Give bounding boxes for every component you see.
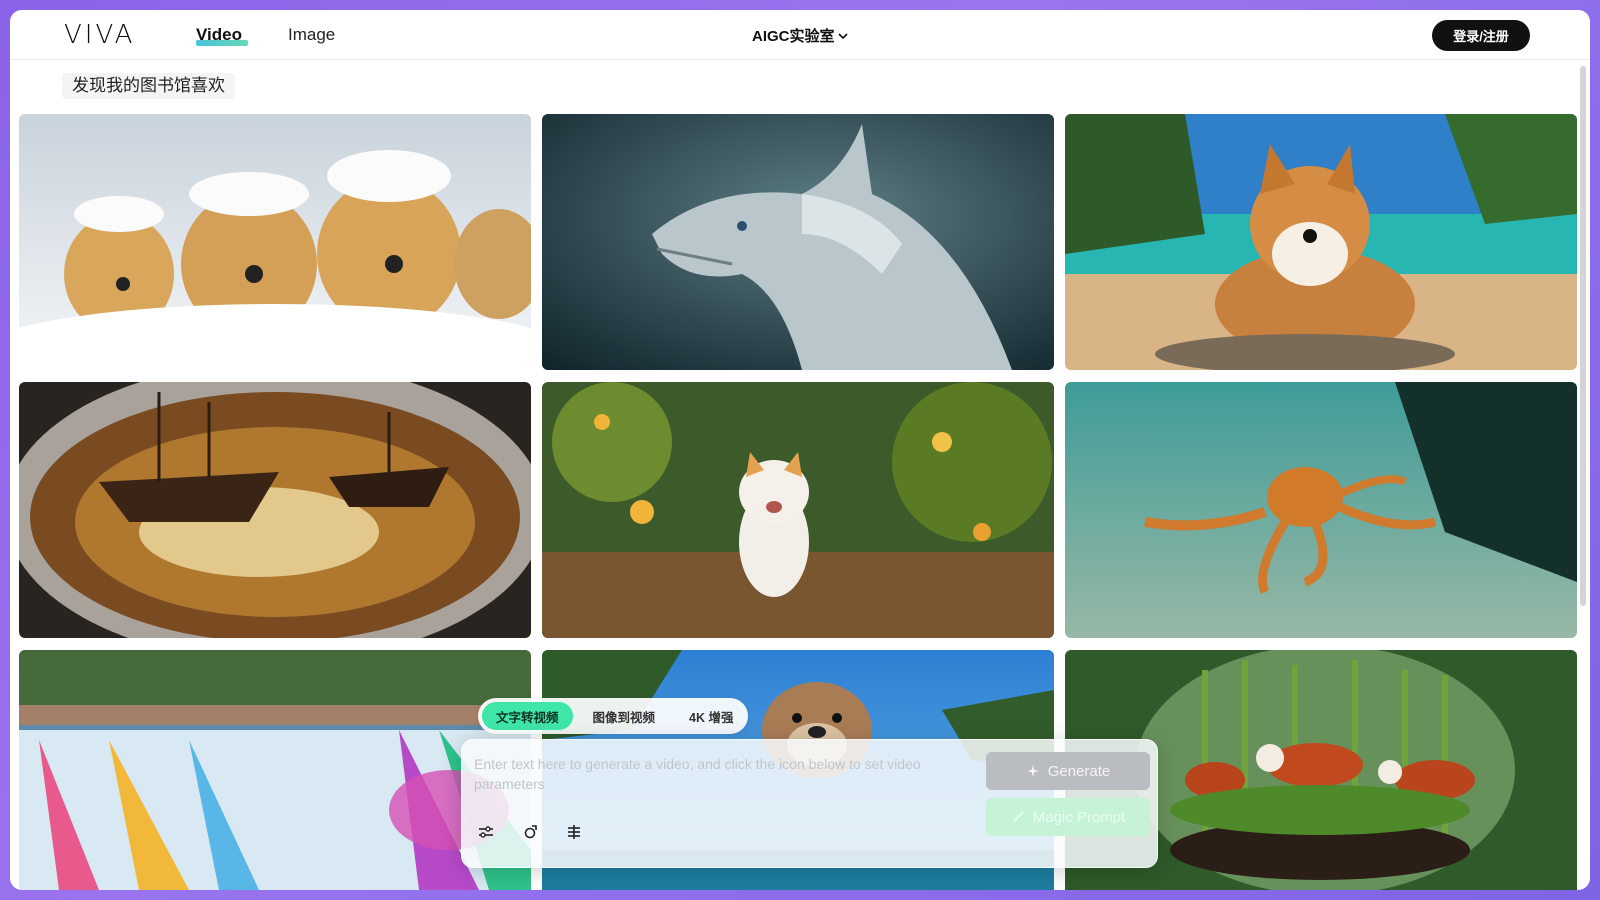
magic-prompt-button[interactable]: Magic Prompt <box>986 798 1150 836</box>
generation-mode-tabs: 文字转视频 图像到视频 4K 增强 <box>478 698 748 734</box>
gallery-item-dragon[interactable] <box>542 114 1054 370</box>
login-register-button[interactable]: 登录/注册 <box>1432 20 1530 51</box>
app-window: VIVA Video Image AIGC实验室 登录/注册 发现我的图书馆喜欢 <box>10 10 1590 890</box>
section-title: 发现我的图书馆喜欢 <box>62 73 235 99</box>
gallery-item-cat[interactable] <box>542 382 1054 638</box>
nav-tab-video-label: Video <box>196 25 242 44</box>
gallery-item-octopus[interactable] <box>1065 382 1577 638</box>
tab-text-to-video[interactable]: 文字转视频 <box>482 702 573 730</box>
octopus-thumbnail <box>1065 382 1577 638</box>
prompt-composer: Generate Magic Prompt <box>461 739 1158 868</box>
gallery-item-coffee-ships[interactable] <box>19 382 531 638</box>
magic-wand-icon <box>1012 811 1024 823</box>
camera-motion-icon[interactable] <box>518 820 542 844</box>
tab-4k-enhance[interactable]: 4K 增强 <box>675 702 747 730</box>
dragon-thumbnail <box>542 114 1054 370</box>
page-scrollbar[interactable] <box>1580 66 1586 606</box>
viva-logo[interactable]: VIVA <box>64 22 135 48</box>
cat-thumbnail <box>542 382 1054 638</box>
magic-prompt-label: Magic Prompt <box>1032 808 1126 826</box>
gallery-item-corgi[interactable] <box>1065 114 1577 370</box>
rainbow-waterfall-thumbnail <box>19 650 531 890</box>
sliders-icon[interactable] <box>474 820 498 844</box>
style-icon[interactable] <box>562 820 586 844</box>
generate-label: Generate <box>1047 762 1111 780</box>
sparkle-icon <box>1026 765 1039 777</box>
tab-image-to-video[interactable]: 图像到视频 <box>579 702 670 730</box>
top-navbar: VIVA Video Image AIGC实验室 登录/注册 <box>10 10 1590 60</box>
generate-button[interactable]: Generate <box>986 752 1150 790</box>
nav-tab-video[interactable]: Video <box>196 25 242 45</box>
puppies-thumbnail <box>19 114 531 370</box>
gallery-item-puppies[interactable] <box>19 114 531 370</box>
aigc-lab-label: AIGC实验室 <box>752 28 835 45</box>
gallery-item-rainbow-waterfall[interactable] <box>19 650 531 890</box>
prompt-input[interactable] <box>474 754 964 804</box>
corgi-thumbnail <box>1065 114 1577 370</box>
chevron-down-icon <box>837 32 848 39</box>
aigc-lab-dropdown[interactable]: AIGC实验室 <box>752 25 848 46</box>
coffee-ships-thumbnail <box>19 382 531 638</box>
nav-tab-image[interactable]: Image <box>288 25 335 45</box>
